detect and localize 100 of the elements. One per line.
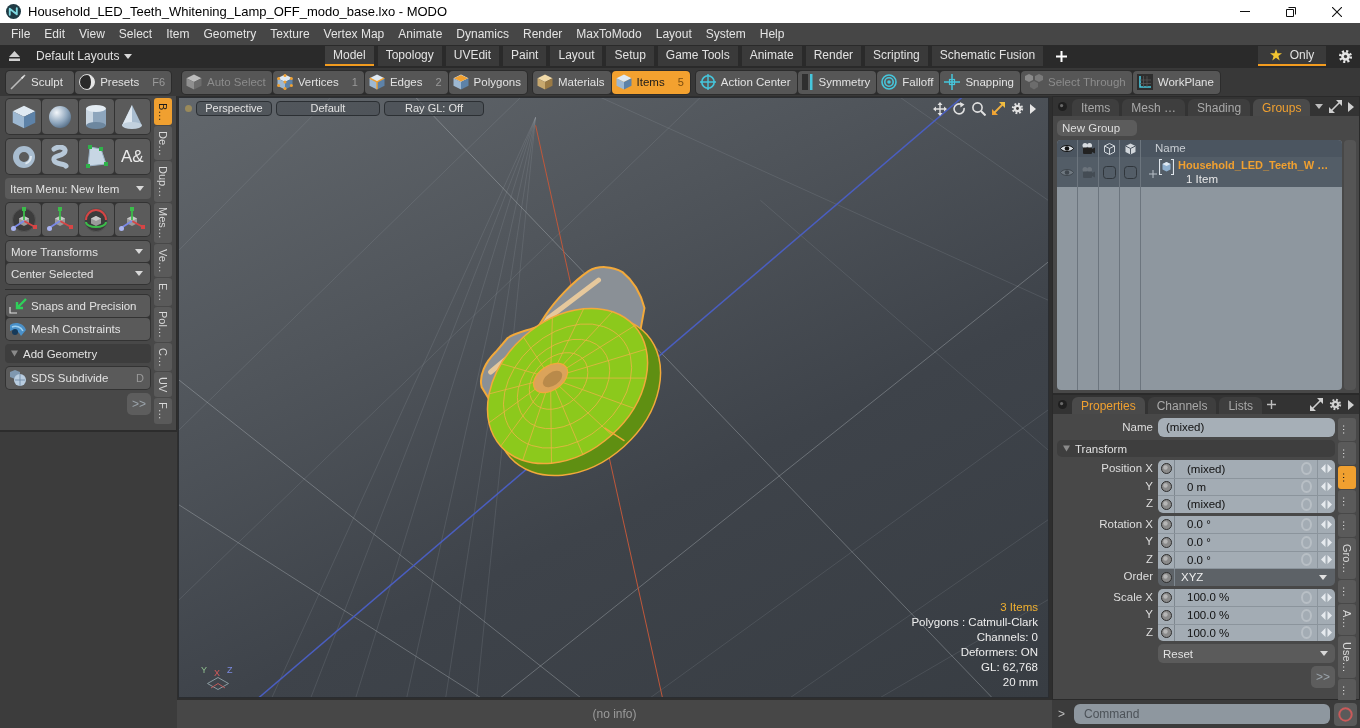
- text-tool-button[interactable]: A&: [114, 139, 150, 174]
- side-tab[interactable]: A…: [1338, 604, 1356, 635]
- transform-tool-button[interactable]: [42, 203, 78, 236]
- layout-tab[interactable]: Animate: [741, 46, 802, 66]
- viewport-option-button[interactable]: Ray GL: Off: [384, 101, 484, 116]
- menu-item[interactable]: Texture: [263, 27, 317, 41]
- number-field[interactable]: (mixed): [1158, 495, 1335, 513]
- maximize-icon[interactable]: [1310, 398, 1323, 411]
- expand-icon[interactable]: [1149, 170, 1157, 178]
- slider-arrows-icon[interactable]: [1321, 499, 1332, 509]
- menu-item[interactable]: Geometry: [196, 27, 264, 41]
- panel-tab[interactable]: Groups: [1253, 99, 1311, 116]
- number-field[interactable]: 0.0 °: [1158, 515, 1335, 533]
- only-toggle[interactable]: Only: [1258, 46, 1326, 66]
- key-dot-icon[interactable]: [1160, 609, 1172, 621]
- side-tab[interactable]: B…: [154, 98, 172, 126]
- mode-button[interactable]: Vertices 1: [272, 70, 364, 94]
- menu-item[interactable]: Help: [752, 27, 792, 41]
- mode-button[interactable]: WorkPlane: [1132, 70, 1220, 94]
- new-group-button[interactable]: New Group: [1057, 120, 1137, 136]
- mode-button[interactable]: Snapping: [940, 70, 1020, 94]
- capsule-tool-button[interactable]: [42, 139, 78, 174]
- key-dot-icon[interactable]: [1160, 627, 1172, 639]
- key-dot-icon[interactable]: [1160, 463, 1172, 475]
- viewport-option-button[interactable]: Perspective: [196, 101, 272, 116]
- fit-view-icon[interactable]: [992, 102, 1005, 115]
- settings-icon[interactable]: [1011, 102, 1024, 115]
- key-dot-icon[interactable]: [1160, 571, 1172, 583]
- reset-dropdown[interactable]: Reset: [1158, 644, 1335, 663]
- slider-arrows-icon[interactable]: [1321, 555, 1332, 565]
- panel-menu-icon[interactable]: [1058, 400, 1067, 409]
- tool-button[interactable]: Snaps and Precision: [6, 295, 150, 317]
- tab-menu-button[interactable]: [1313, 104, 1326, 109]
- arrow-right-icon[interactable]: [1030, 103, 1036, 114]
- mode-button[interactable]: Symmetry: [797, 70, 877, 94]
- slider-arrows-icon[interactable]: [1321, 628, 1332, 638]
- cylinder-tool-button[interactable]: [78, 99, 114, 134]
- layout-tab[interactable]: Scripting: [865, 46, 928, 66]
- layouts-dropdown[interactable]: Default Layouts: [36, 49, 133, 63]
- side-tab[interactable]: F…: [154, 397, 172, 425]
- arrow-right-icon[interactable]: [1348, 399, 1354, 410]
- layout-tab[interactable]: Topology: [377, 46, 442, 66]
- viewport-option-button[interactable]: Default: [276, 101, 380, 116]
- mode-button[interactable]: Materials: [532, 70, 611, 94]
- layout-tab[interactable]: Model: [325, 46, 374, 66]
- layout-tab[interactable]: Setup: [606, 46, 654, 66]
- arrow-right-icon[interactable]: [1348, 101, 1354, 112]
- side-tab[interactable]: …: [1338, 514, 1356, 537]
- up-arrow-icon[interactable]: [9, 51, 20, 61]
- checkbox-icon[interactable]: [1102, 165, 1116, 179]
- torus-tool-button[interactable]: [6, 139, 42, 174]
- panel-tab[interactable]: Properties: [1072, 397, 1145, 414]
- key-dot-icon[interactable]: [1160, 554, 1172, 566]
- panel-tab[interactable]: Mesh …: [1122, 99, 1186, 116]
- number-field[interactable]: (mixed): [1158, 460, 1335, 478]
- number-field[interactable]: 0.0 °: [1158, 533, 1335, 551]
- mode-button[interactable]: Falloff: [877, 70, 940, 94]
- panel-tab[interactable]: Channels: [1147, 397, 1217, 414]
- menu-item[interactable]: Vertex Map: [316, 27, 392, 41]
- presets-button[interactable]: Presets F6: [75, 70, 171, 94]
- layout-tab[interactable]: Paint: [503, 46, 547, 66]
- slider-arrows-icon[interactable]: [1321, 482, 1332, 492]
- pen-tool-button[interactable]: [78, 139, 114, 174]
- layout-tab[interactable]: UVEdit: [445, 46, 500, 66]
- key-dot-icon[interactable]: [1160, 498, 1172, 510]
- side-tab[interactable]: C…: [154, 343, 172, 372]
- move-icon[interactable]: [933, 101, 947, 116]
- section-header[interactable]: Add Geometry: [5, 344, 151, 363]
- side-tab[interactable]: Mes…: [154, 202, 172, 244]
- panel-tab[interactable]: Items: [1072, 99, 1120, 116]
- mode-button[interactable]: Edges 2: [364, 70, 448, 94]
- key-dot-icon[interactable]: [1160, 591, 1172, 603]
- sculpt-button[interactable]: Sculpt: [6, 70, 75, 94]
- tool-button[interactable]: Mesh Constraints: [6, 318, 150, 340]
- slider-arrows-icon[interactable]: [1321, 519, 1332, 529]
- layout-tab[interactable]: Render: [805, 46, 862, 66]
- panel-tab[interactable]: Shading: [1188, 99, 1251, 116]
- slider-arrows-icon[interactable]: [1321, 610, 1332, 620]
- side-tab[interactable]: Dup…: [154, 161, 172, 202]
- sphere-tool-button[interactable]: [42, 99, 78, 134]
- side-tab[interactable]: Ve…: [154, 244, 172, 278]
- menu-item[interactable]: Select: [111, 27, 160, 41]
- record-button[interactable]: [1334, 702, 1357, 726]
- cone-tool-button[interactable]: [114, 99, 150, 134]
- mode-button[interactable]: Items 5: [611, 70, 690, 94]
- key-dot-icon[interactable]: [1160, 481, 1172, 493]
- side-tab[interactable]: Pol…: [154, 306, 172, 343]
- layout-tab[interactable]: Layout: [550, 46, 603, 66]
- side-tab[interactable]: De…: [154, 126, 172, 161]
- rotate-icon[interactable]: [953, 101, 966, 116]
- slider-arrows-icon[interactable]: [1321, 464, 1332, 474]
- side-tab[interactable]: …: [1338, 490, 1356, 513]
- side-tab[interactable]: Use…: [1338, 635, 1356, 679]
- number-field[interactable]: 100.0 %: [1158, 588, 1335, 606]
- slider-arrows-icon[interactable]: [1321, 537, 1332, 547]
- layout-tab[interactable]: Schematic Fusion: [931, 46, 1044, 66]
- item-menu-dropdown[interactable]: Item Menu: New Item: [5, 178, 151, 199]
- search-icon[interactable]: [972, 101, 986, 116]
- side-tab[interactable]: …: [1338, 679, 1356, 703]
- menu-item[interactable]: System: [698, 27, 753, 41]
